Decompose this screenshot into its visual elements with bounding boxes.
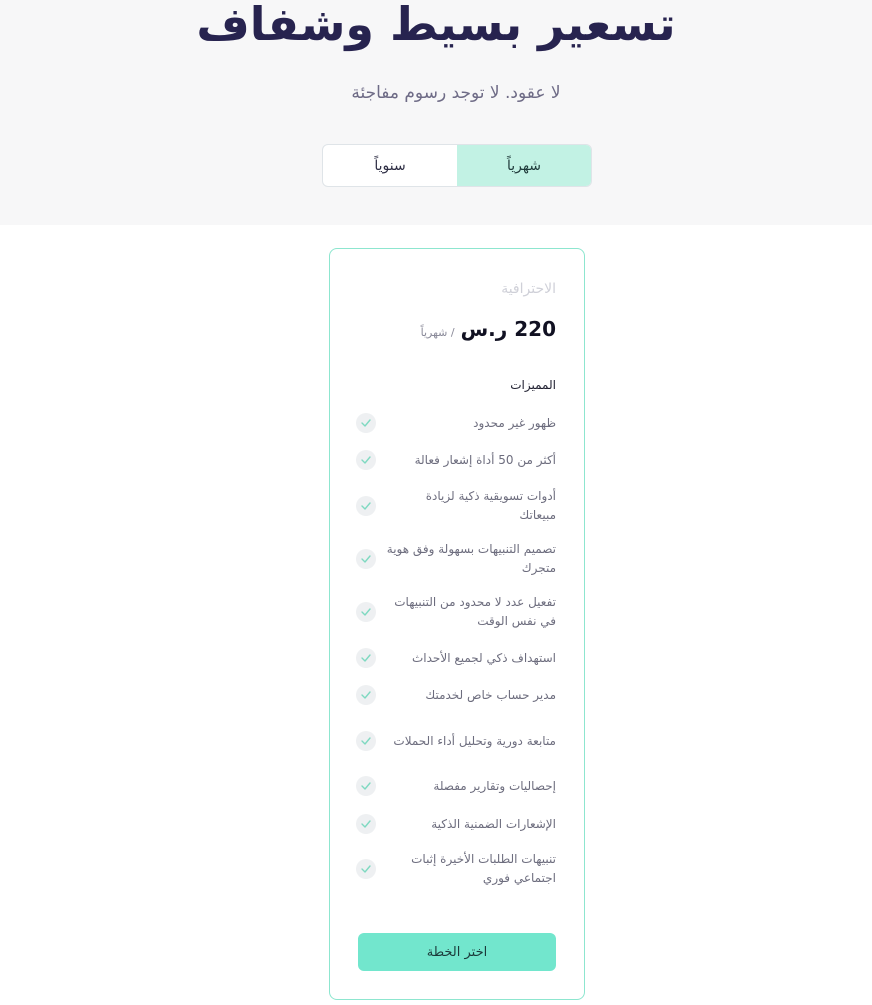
check-icon [356, 450, 376, 470]
check-icon [356, 413, 376, 433]
feature-text: أكثر من 50 أداة إشعار فعالة [414, 452, 556, 467]
feature-text: إحصاليات وتقارير مفصلة [433, 778, 556, 793]
feature-item: مدير حساب خاص لخدمتك [356, 685, 556, 705]
check-icon [356, 496, 376, 516]
feature-text: متابعة دورية وتحليل أداء الحملات [393, 733, 556, 748]
price-amount: 220 ر.س [460, 317, 556, 341]
check-icon [356, 814, 376, 834]
check-icon [356, 776, 376, 796]
check-icon [356, 648, 376, 668]
feature-text: استهداف ذكي لجميع الأحداث [412, 650, 556, 665]
page-title: تسعير بسيط وشفاف [196, 0, 676, 51]
feature-text: الإشعارات الضمنية الذكية [431, 816, 556, 831]
feature-item: استهداف ذكي لجميع الأحداث [356, 648, 556, 668]
yearly-toggle-button[interactable]: سنوياً [323, 145, 457, 186]
feature-text: ظهور غير محدود [473, 415, 556, 430]
feature-item: أدوات تسويقية ذكية لزيادة مبيعاتك [356, 487, 556, 525]
price-row: 220 ر.س / شهرياً [421, 317, 556, 341]
feature-text: مدير حساب خاص لخدمتك [425, 687, 556, 702]
check-icon [356, 859, 376, 879]
plan-name: الاحترافية [501, 281, 556, 297]
check-icon [356, 602, 376, 622]
feature-text: تفعيل عدد لا محدود من التنبيهات في نفس ا… [394, 595, 556, 628]
feature-item: الإشعارات الضمنية الذكية [356, 814, 556, 834]
feature-item: تنبيهات الطلبات الأخيرة إثبات اجتماعي فو… [356, 850, 556, 888]
monthly-toggle-button[interactable]: شهرياً [457, 145, 591, 186]
check-icon [356, 549, 376, 569]
feature-item: متابعة دورية وتحليل أداء الحملات [356, 722, 556, 760]
features-heading: المميزات [510, 378, 556, 392]
check-icon [356, 685, 376, 705]
feature-text: تنبيهات الطلبات الأخيرة إثبات اجتماعي فو… [411, 852, 556, 885]
check-icon [356, 731, 376, 751]
feature-item: أكثر من 50 أداة إشعار فعالة [356, 450, 556, 470]
hero-section: تسعير بسيط وشفاف لا عقود. لا توجد رسوم م… [0, 0, 872, 225]
billing-period-toggle: شهرياً سنوياً [322, 144, 592, 187]
feature-item: تفعيل عدد لا محدود من التنبيهات في نفس ا… [356, 593, 556, 631]
features-list: ظهور غير محدود أكثر من 50 أداة إشعار فعال… [356, 407, 556, 888]
feature-item: ظهور غير محدود [356, 413, 556, 433]
feature-text: تصميم التنبيهات بسهولة وفق هوية متجرك [386, 542, 556, 575]
price-period: / شهرياً [420, 326, 455, 339]
feature-text: أدوات تسويقية ذكية لزيادة مبيعاتك [425, 489, 556, 522]
choose-plan-button[interactable]: اختر الخطة [358, 933, 556, 971]
pricing-card: الاحترافية 220 ر.س / شهرياً المميزات ظهو… [329, 248, 585, 1000]
page-subtitle: لا عقود. لا توجد رسوم مفاجئة [351, 83, 561, 103]
feature-item: إحصاليات وتقارير مفصلة [356, 776, 556, 796]
feature-item: تصميم التنبيهات بسهولة وفق هوية متجرك [356, 540, 556, 578]
